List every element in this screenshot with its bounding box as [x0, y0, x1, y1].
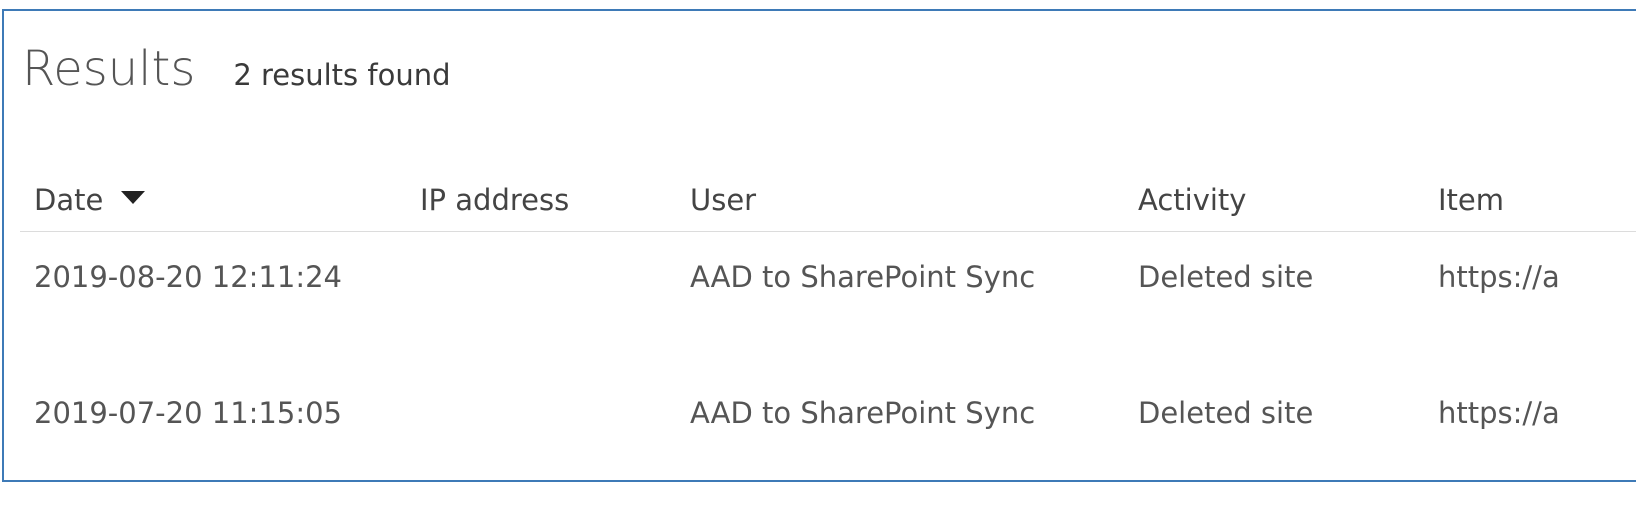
results-panel: Results 2 results found Date IP address …	[2, 9, 1636, 482]
column-header-date[interactable]: Date	[34, 169, 146, 231]
column-header-ip-address[interactable]: IP address	[420, 169, 569, 231]
results-table: Date IP address User Activity Item 2019-…	[20, 169, 1636, 458]
cell-user-link[interactable]: AAD to SharePoint Sync	[690, 232, 1035, 322]
results-count: 2 results found	[233, 58, 451, 92]
table-row[interactable]: 2019-08-20 12:11:24 AAD to SharePoint Sy…	[20, 232, 1636, 322]
cell-date: 2019-08-20 12:11:24	[34, 260, 342, 294]
cell-item: https://a	[1438, 260, 1560, 294]
cell-user-link[interactable]: AAD to SharePoint Sync	[690, 368, 1035, 458]
column-header-user[interactable]: User	[690, 169, 756, 231]
results-header: Results 2 results found	[22, 41, 451, 101]
cell-item: https://a	[1438, 396, 1560, 430]
table-row[interactable]: 2019-07-20 11:15:05 AAD to SharePoint Sy…	[20, 368, 1636, 458]
column-header-item[interactable]: Item	[1438, 169, 1504, 231]
column-header-user-label: User	[690, 183, 757, 217]
column-header-activity-label: Activity	[1138, 183, 1247, 217]
column-header-item-label: Item	[1438, 183, 1505, 217]
cell-date: 2019-07-20 11:15:05	[34, 396, 342, 430]
caret-down-icon	[121, 190, 146, 204]
results-title: Results	[22, 41, 196, 97]
column-header-ip-label: IP address	[420, 183, 570, 217]
cell-activity: Deleted site	[1138, 260, 1314, 294]
column-header-date-label: Date	[34, 183, 104, 217]
cell-activity: Deleted site	[1138, 396, 1314, 430]
table-header-row: Date IP address User Activity Item	[20, 169, 1636, 232]
column-header-activity[interactable]: Activity	[1138, 169, 1246, 231]
